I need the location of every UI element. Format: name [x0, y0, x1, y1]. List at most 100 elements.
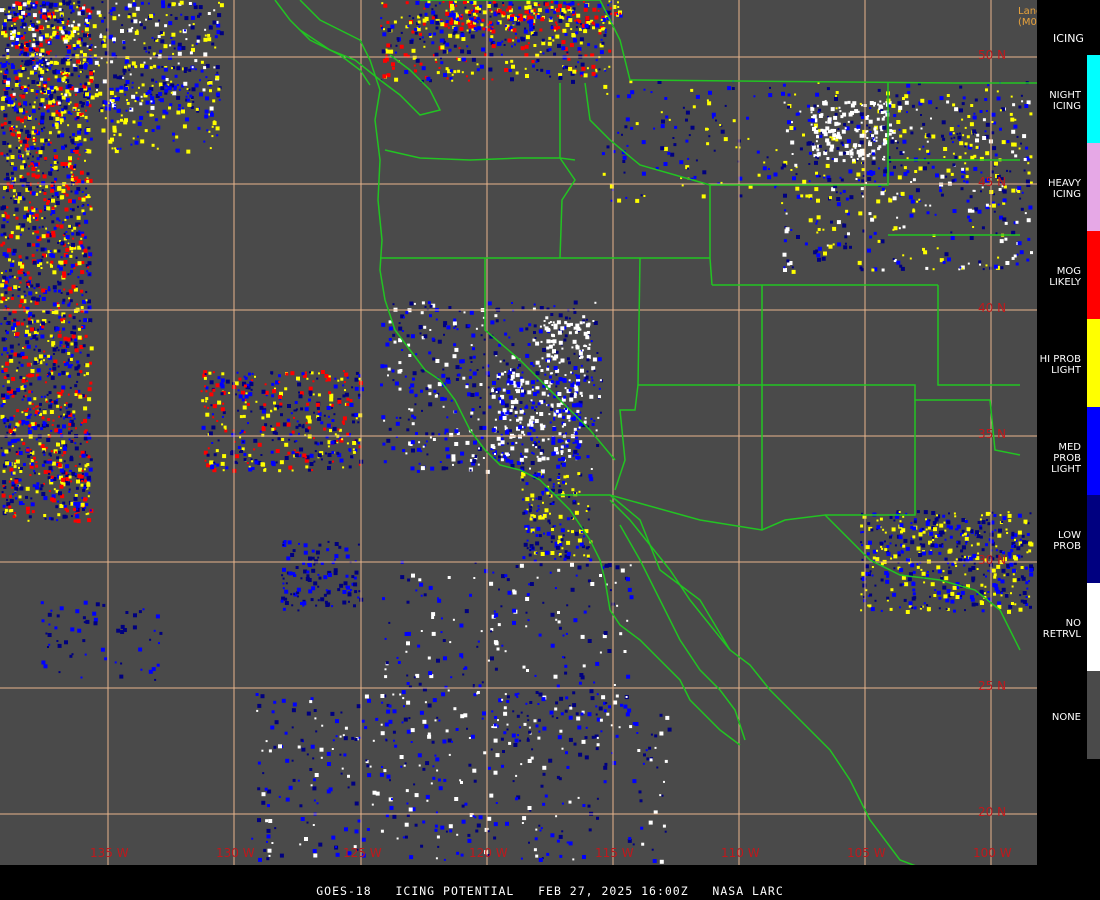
icing-pixel	[15, 79, 19, 83]
icing-pixel	[883, 102, 886, 105]
icing-pixel	[558, 473, 561, 475]
icing-pixel	[31, 214, 34, 217]
icing-pixel	[68, 289, 73, 294]
icing-pixel	[79, 128, 82, 131]
icing-pixel	[10, 24, 13, 27]
icing-pixel	[58, 113, 62, 117]
icing-pixel	[88, 467, 93, 472]
icing-pixel	[791, 153, 794, 155]
icing-pixel	[579, 440, 583, 444]
icing-pixel	[559, 555, 562, 558]
icing-pixel	[32, 155, 34, 158]
icing-pixel	[35, 373, 39, 377]
icing-pixel	[388, 326, 393, 331]
icing-pixel	[8, 144, 12, 148]
icing-pixel	[244, 401, 247, 404]
icing-pixel	[212, 416, 215, 419]
icing-pixel	[143, 26, 147, 30]
icing-pixel	[839, 110, 842, 113]
icing-pixel	[0, 123, 4, 127]
icing-pixel	[850, 156, 853, 158]
icing-pixel	[584, 417, 587, 420]
icing-pixel	[74, 390, 78, 394]
icing-pixel	[561, 547, 564, 550]
icing-pixel	[443, 23, 448, 28]
icing-pixel	[436, 71, 440, 75]
icing-pixel	[7, 62, 10, 65]
icing-pixel	[579, 391, 583, 395]
icing-pixel	[586, 67, 589, 70]
icing-pixel	[434, 4, 437, 7]
icing-pixel	[346, 376, 349, 379]
icing-pixel	[60, 318, 64, 322]
icing-pixel	[83, 436, 88, 441]
icing-pixel	[52, 70, 57, 75]
icing-pixel	[539, 451, 543, 455]
icing-pixel	[98, 14, 102, 18]
icing-pixel	[398, 326, 403, 331]
icing-pixel	[418, 441, 421, 444]
icing-pixel	[57, 365, 60, 368]
icing-pixel	[44, 156, 48, 160]
icing-pixel	[598, 395, 601, 399]
icing-pixel	[461, 57, 466, 62]
icing-pixel	[959, 132, 961, 135]
icing-pixel	[545, 316, 549, 320]
icing-pixel	[445, 466, 449, 470]
icing-pixel	[261, 462, 266, 467]
icing-pixel	[551, 405, 554, 408]
icing-pixel	[420, 450, 423, 453]
icing-pixel	[861, 157, 865, 161]
icing-pixel	[566, 540, 571, 545]
icing-pixel	[910, 131, 914, 135]
icing-pixel	[25, 486, 30, 491]
icing-pixel	[58, 266, 63, 271]
icing-pixel	[216, 463, 220, 467]
icing-pixel	[27, 131, 30, 134]
icing-pixel	[79, 44, 82, 47]
icing-pixel	[73, 108, 76, 111]
icing-pixel	[530, 399, 533, 402]
icing-pixel	[483, 353, 486, 356]
icing-pixel	[922, 247, 925, 251]
icing-pixel	[132, 2, 137, 7]
icing-pixel	[858, 179, 860, 182]
icing-pixel	[1022, 134, 1027, 139]
icing-pixel	[591, 21, 595, 25]
icing-pixel	[41, 87, 45, 91]
icing-pixel	[577, 47, 582, 51]
icing-pixel	[504, 371, 507, 373]
icing-pixel	[521, 387, 524, 390]
icing-pixel	[81, 233, 85, 237]
icing-pixel	[840, 178, 844, 182]
icing-pixel	[411, 48, 416, 53]
icing-pixel	[421, 336, 424, 339]
icing-pixel	[249, 382, 254, 387]
icing-pixel	[812, 114, 817, 119]
icing-pixel	[401, 349, 404, 351]
icing-pixel	[558, 377, 563, 382]
icing-pixel	[45, 53, 48, 56]
icing-pixel	[956, 524, 961, 529]
icing-pixel	[38, 226, 41, 229]
icing-pixel	[94, 93, 99, 98]
icing-pixel	[49, 410, 54, 414]
icing-pixel	[526, 530, 530, 533]
icing-pixel	[971, 209, 975, 213]
icing-pixel	[431, 432, 435, 436]
icing-pixel	[83, 318, 88, 323]
icing-pixel	[844, 127, 847, 130]
icing-pixel	[981, 548, 985, 552]
icing-pixel	[55, 126, 59, 130]
icing-pixel	[573, 554, 576, 557]
icing-pixel	[2, 400, 6, 403]
icing-pixel	[131, 61, 136, 66]
icing-pixel	[926, 140, 929, 143]
icing-pixel	[511, 14, 515, 17]
icing-pixel	[208, 25, 213, 30]
icing-pixel	[876, 117, 880, 121]
icing-pixel	[17, 295, 20, 298]
icing-pixel	[9, 100, 14, 105]
icing-pixel	[808, 218, 813, 223]
icing-pixel	[487, 28, 491, 32]
